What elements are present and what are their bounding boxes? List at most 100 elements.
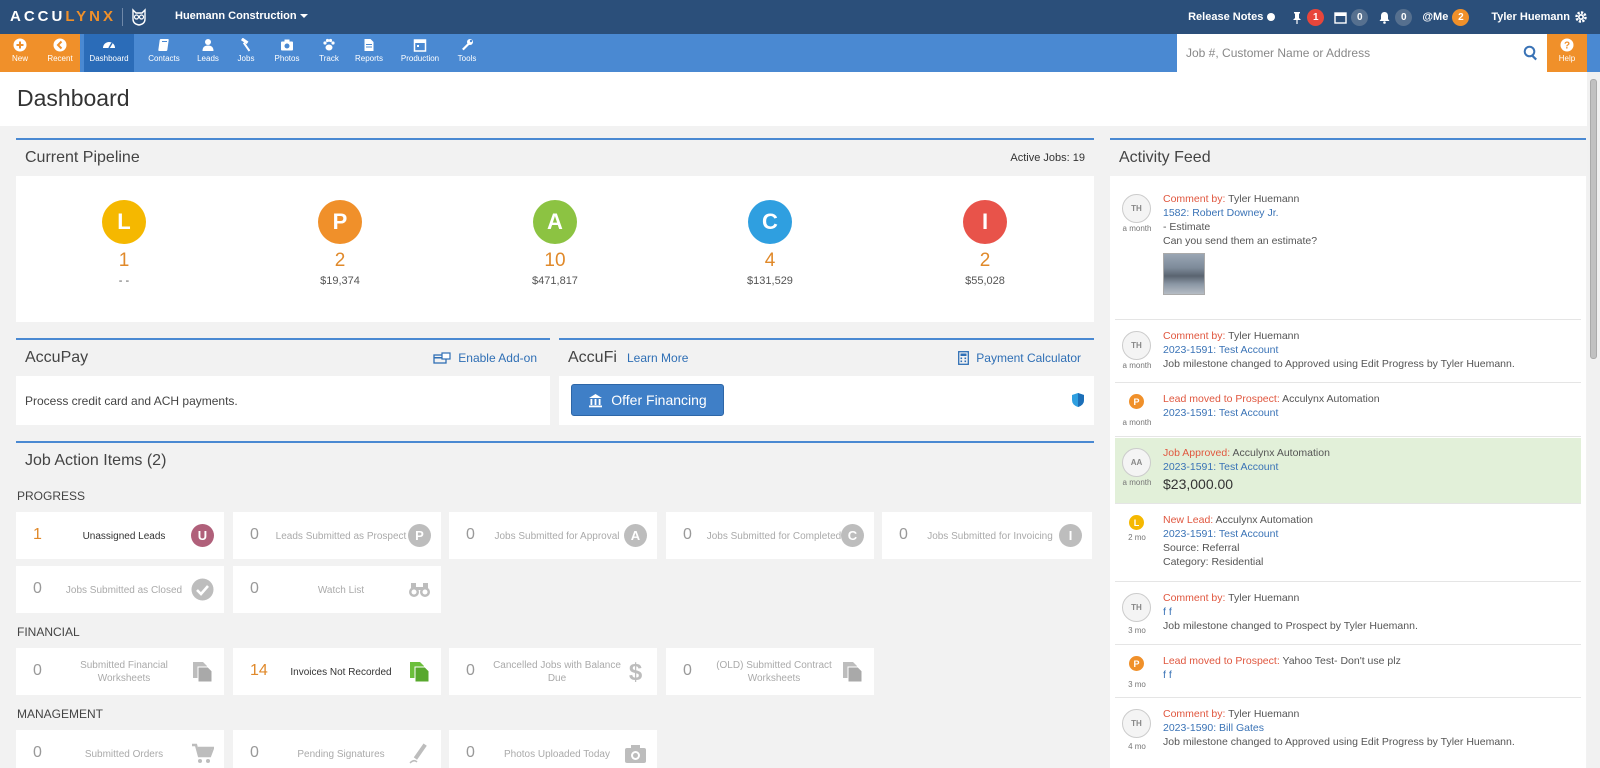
learn-more-label: Learn More — [627, 351, 689, 365]
notifications-button[interactable]: 0 — [1378, 8, 1413, 26]
mentions-button[interactable]: @Me 2 — [1422, 8, 1470, 26]
acculynx-logo[interactable]: ACCULYNX — [10, 8, 116, 25]
help-button[interactable]: ? Help — [1547, 34, 1587, 72]
stage-count: 1 — [118, 250, 130, 271]
feed-job-link[interactable]: f f — [1163, 605, 1575, 619]
nav-item-dashboard[interactable]: Dashboard — [84, 34, 134, 72]
new-label: New — [11, 54, 28, 63]
payment-calculator-link[interactable]: Payment Calculator — [958, 351, 1081, 365]
pipeline-stage-completed[interactable]: C 4 $131,529 — [710, 200, 830, 287]
feed-detail: Can you send them an estimate? — [1163, 235, 1318, 247]
pipeline-stage-lead[interactable]: L 1 - - — [64, 200, 184, 287]
tile-watch-list[interactable]: 0 Watch List — [233, 566, 441, 613]
logo-text: ACCU — [10, 8, 66, 25]
enable-addon-link[interactable]: Enable Add-on — [433, 351, 537, 365]
tile-old-submitted-contract-worksheets[interactable]: 0 (OLD) Submitted Contract Worksheets — [666, 648, 874, 695]
feed-heading: Job Approved: Acculynx Automation — [1163, 446, 1575, 460]
feed-timestamp: a month — [1122, 224, 1152, 233]
scrollbar-thumb[interactable] — [1590, 79, 1597, 359]
tile-submitted-orders[interactable]: 0 Submitted Orders — [16, 730, 224, 768]
tile-jobs-submitted-closed[interactable]: 0 Jobs Submitted as Closed — [16, 566, 224, 613]
feed-heading-label: Lead moved to Prospect: — [1163, 393, 1280, 405]
completed-badge-icon: C — [841, 524, 864, 547]
learn-more-link[interactable]: Learn More — [627, 351, 688, 365]
pin-icon — [1293, 11, 1302, 24]
feed-job-link[interactable]: 1582: Robert Downey Jr. — [1163, 206, 1575, 220]
enable-addon-label: Enable Add-on — [458, 351, 537, 365]
checkmark-icon — [191, 578, 214, 601]
release-notes-dot-icon — [1267, 13, 1276, 21]
offer-financing-button[interactable]: Offer Financing — [571, 384, 724, 416]
nav-item-reports[interactable]: Reports — [352, 34, 386, 72]
pipeline-stage-invoiced[interactable]: I 2 $55,028 — [925, 200, 1045, 287]
calendar-button[interactable]: 0 — [1334, 8, 1369, 26]
feed-heading: Comment by: Tyler Huemann — [1163, 329, 1575, 343]
stage-count: 2 — [334, 250, 346, 271]
feed-item: TH 4 mo Comment by: Tyler Huemann 2023-1… — [1115, 699, 1581, 768]
feed-detail: Job milestone changed to Approved using … — [1163, 358, 1515, 370]
feed-body: Lead moved to Prospect: Yahoo Test- Don'… — [1163, 654, 1575, 682]
tile-label: Invoices Not Recorded — [290, 666, 392, 678]
tile-submitted-financial-worksheets[interactable]: 0 Submitted Financial Worksheets — [16, 648, 224, 695]
feed-job-link[interactable]: 2023-1591: Test Account — [1163, 527, 1575, 541]
svg-text:?: ? — [1564, 41, 1570, 52]
feed-job-link[interactable]: 2023-1590: Bill Gates — [1163, 721, 1575, 735]
tile-count: 0 — [33, 662, 42, 679]
search-icon[interactable] — [1523, 45, 1539, 61]
feed-body: Comment by: Tyler Huemann 1582: Robert D… — [1163, 192, 1575, 295]
pinned-button[interactable]: 1 — [1291, 8, 1325, 26]
unassigned-badge-icon: U — [191, 524, 214, 547]
tile-cancelled-jobs-balance-due[interactable]: 0 Cancelled Jobs with Balance Due $ — [449, 648, 657, 695]
tile-pending-signatures[interactable]: 0 Pending Signatures — [233, 730, 441, 768]
tile-invoices-not-recorded[interactable]: 14 Invoices Not Recorded — [233, 648, 441, 695]
pipeline-stage-approved[interactable]: A 10 $471,817 — [495, 200, 615, 287]
feed-job-link[interactable]: 2023-1591: Test Account — [1163, 406, 1575, 420]
company-selector[interactable]: Huemann Construction — [175, 10, 308, 22]
tile-label: Cancelled Jobs with Balance Due — [493, 660, 621, 684]
tile-jobs-submitted-completed[interactable]: 0 Jobs Submitted for Completed C — [666, 512, 874, 559]
feed-item: TH a month Comment by: Tyler Huemann 158… — [1115, 184, 1581, 320]
new-button[interactable]: New — [0, 34, 40, 72]
tile-count: 0 — [466, 526, 475, 543]
feed-job-link[interactable]: f f — [1163, 668, 1575, 682]
invoicing-badge-icon: I — [1059, 524, 1082, 547]
stage-value: $471,817 — [532, 275, 578, 287]
nav-item-photos[interactable]: Photos — [270, 34, 304, 72]
feed-body: Lead moved to Prospect: Acculynx Automat… — [1163, 392, 1575, 420]
recent-button[interactable]: Recent — [40, 34, 80, 72]
stage-value: $19,374 — [320, 275, 360, 287]
page-scrollbar[interactable] — [1587, 72, 1600, 768]
nav-item-track[interactable]: Track — [314, 34, 344, 72]
nav-label: Reports — [354, 54, 383, 63]
feed-job-link[interactable]: 2023-1591: Test Account — [1163, 460, 1575, 474]
nav-item-leads[interactable]: Leads — [193, 34, 223, 72]
search-input[interactable] — [1186, 46, 1506, 60]
plus-circle-icon — [13, 38, 27, 52]
tile-jobs-submitted-approval[interactable]: 0 Jobs Submitted for Approval A — [449, 512, 657, 559]
nav-item-jobs[interactable]: Jobs — [231, 34, 261, 72]
leads-icon — [202, 39, 214, 51]
attached-photo-thumbnail[interactable] — [1163, 253, 1205, 295]
stage-letter-badge: C — [748, 200, 792, 244]
pin-count-badge: 1 — [1307, 8, 1325, 26]
nav-item-tools[interactable]: Tools — [452, 34, 482, 72]
nav-item-contacts[interactable]: Contacts — [144, 34, 184, 72]
feed-detail: Job milestone changed to Prospect by Tyl… — [1163, 620, 1418, 632]
feed-job-link[interactable]: 2023-1591: Test Account — [1163, 343, 1575, 357]
tile-label: (OLD) Submitted Contract Worksheets — [716, 660, 832, 684]
documents-icon — [193, 662, 213, 683]
feed-item: P a month Lead moved to Prospect: Acculy… — [1115, 384, 1581, 437]
pipeline-stage-prospect[interactable]: P 2 $19,374 — [280, 200, 400, 287]
nav-label: Contacts — [148, 54, 180, 63]
user-menu[interactable]: Tyler Huemann — [1491, 10, 1588, 24]
tile-label: Submitted Orders — [84, 748, 164, 760]
financial-section-label: FINANCIAL — [17, 625, 80, 639]
logo-text-accent: LYNX — [65, 8, 116, 25]
feed-heading-label: Job Approved: — [1163, 447, 1231, 459]
tile-photos-uploaded-today[interactable]: 0 Photos Uploaded Today — [449, 730, 657, 768]
nav-item-production[interactable]: Production — [397, 34, 443, 72]
release-notes-link[interactable]: Release Notes — [1188, 11, 1276, 23]
tile-jobs-submitted-invoicing[interactable]: 0 Jobs Submitted for Invoicing I — [882, 512, 1092, 559]
tile-leads-submitted-prospect[interactable]: 0 Leads Submitted as Prospect P — [233, 512, 441, 559]
tile-unassigned-leads[interactable]: 1 Unassigned Leads U — [16, 512, 224, 559]
